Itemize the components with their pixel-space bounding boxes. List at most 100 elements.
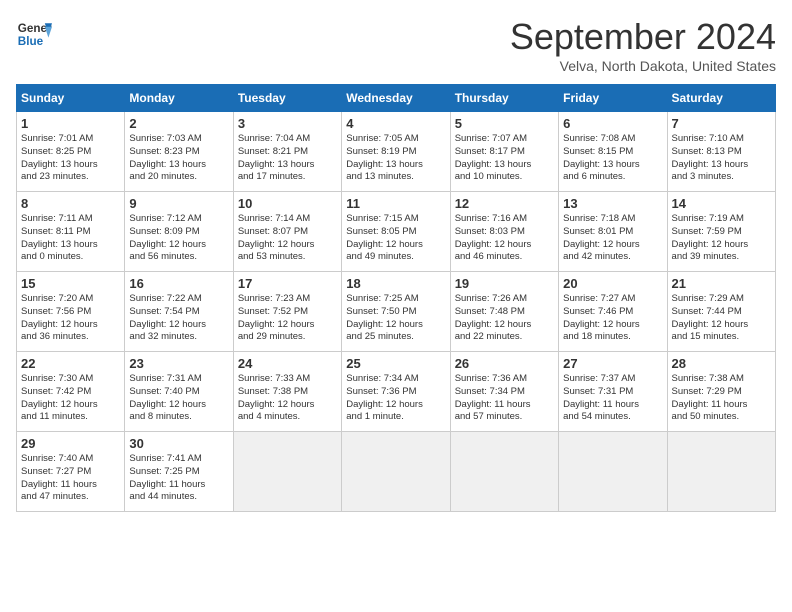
calendar-cell: [342, 432, 450, 512]
page-header: General Blue September 2024 Velva, North…: [16, 16, 776, 74]
calendar-week-row: 8 Sunrise: 7:11 AM Sunset: 8:11 PM Daylig…: [17, 192, 776, 272]
cell-content: Sunrise: 7:12 AM Sunset: 8:09 PM Dayligh…: [129, 213, 228, 264]
calendar-cell: 23 Sunrise: 7:31 AM Sunset: 7:40 PM Dayli…: [125, 352, 233, 432]
calendar-cell: 28 Sunrise: 7:38 AM Sunset: 7:29 PM Dayli…: [667, 352, 775, 432]
cell-content: Sunrise: 7:08 AM Sunset: 8:15 PM Dayligh…: [563, 133, 662, 184]
calendar-cell: 10 Sunrise: 7:14 AM Sunset: 8:07 PM Dayli…: [233, 192, 341, 272]
cell-content: Sunrise: 7:15 AM Sunset: 8:05 PM Dayligh…: [346, 213, 445, 264]
cell-content: Sunrise: 7:04 AM Sunset: 8:21 PM Dayligh…: [238, 133, 337, 184]
header-friday: Friday: [559, 85, 667, 112]
day-number: 7: [672, 116, 771, 131]
cell-content: Sunrise: 7:25 AM Sunset: 7:50 PM Dayligh…: [346, 293, 445, 344]
cell-content: Sunrise: 7:20 AM Sunset: 7:56 PM Dayligh…: [21, 293, 120, 344]
calendar-cell: 18Sunrise: 7:25 AM Sunset: 7:50 PM Dayli…: [342, 272, 450, 352]
day-number: 1: [21, 116, 120, 131]
cell-content: Sunrise: 7:27 AM Sunset: 7:46 PM Dayligh…: [563, 293, 662, 344]
day-number: 29: [21, 436, 120, 451]
day-number: 25: [346, 356, 445, 371]
calendar-cell: 4 Sunrise: 7:05 AM Sunset: 8:19 PM Daylig…: [342, 112, 450, 192]
day-number: 9: [129, 196, 228, 211]
cell-content: Sunrise: 7:18 AM Sunset: 8:01 PM Dayligh…: [563, 213, 662, 264]
calendar-cell: 6 Sunrise: 7:08 AM Sunset: 8:15 PM Daylig…: [559, 112, 667, 192]
location: Velva, North Dakota, United States: [510, 58, 776, 74]
calendar-cell: 5 Sunrise: 7:07 AM Sunset: 8:17 PM Daylig…: [450, 112, 558, 192]
header-tuesday: Tuesday: [233, 85, 341, 112]
cell-content: Sunrise: 7:16 AM Sunset: 8:03 PM Dayligh…: [455, 213, 554, 264]
calendar-cell: 20 Sunrise: 7:27 AM Sunset: 7:46 PM Dayli…: [559, 272, 667, 352]
cell-content: Sunrise: 7:01 AM Sunset: 8:25 PM Dayligh…: [21, 133, 120, 184]
calendar-cell: 29 Sunrise: 7:40 AM Sunset: 7:27 PM Dayli…: [17, 432, 125, 512]
calendar-cell: 14 Sunrise: 7:19 AM Sunset: 7:59 PM Dayli…: [667, 192, 775, 272]
logo-icon: General Blue: [16, 16, 52, 52]
calendar-cell: 19Sunrise: 7:26 AM Sunset: 7:48 PM Dayli…: [450, 272, 558, 352]
calendar-cell: 7 Sunrise: 7:10 AM Sunset: 8:13 PM Daylig…: [667, 112, 775, 192]
calendar-cell: 16 Sunrise: 7:22 AM Sunset: 7:54 PM Dayli…: [125, 272, 233, 352]
day-number: 2: [129, 116, 228, 131]
calendar-cell: 12Sunrise: 7:16 AM Sunset: 8:03 PM Dayli…: [450, 192, 558, 272]
calendar-cell: [559, 432, 667, 512]
day-number: 6: [563, 116, 662, 131]
calendar-cell: 2 Sunrise: 7:03 AM Sunset: 8:23 PM Daylig…: [125, 112, 233, 192]
calendar-week-row: 22 Sunrise: 7:30 AM Sunset: 7:42 PM Dayli…: [17, 352, 776, 432]
cell-content: Sunrise: 7:05 AM Sunset: 8:19 PM Dayligh…: [346, 133, 445, 184]
calendar-cell: 11 Sunrise: 7:15 AM Sunset: 8:05 PM Dayli…: [342, 192, 450, 272]
svg-text:Blue: Blue: [18, 35, 44, 48]
logo: General Blue: [16, 16, 52, 52]
cell-content: Sunrise: 7:07 AM Sunset: 8:17 PM Dayligh…: [455, 133, 554, 184]
cell-content: Sunrise: 7:37 AM Sunset: 7:31 PM Dayligh…: [563, 373, 662, 424]
cell-content: Sunrise: 7:41 AM Sunset: 7:25 PM Dayligh…: [129, 453, 228, 504]
month-title: September 2024: [510, 16, 776, 58]
cell-content: Sunrise: 7:22 AM Sunset: 7:54 PM Dayligh…: [129, 293, 228, 344]
day-number: 11: [346, 196, 445, 211]
day-number: 24: [238, 356, 337, 371]
cell-content: Sunrise: 7:31 AM Sunset: 7:40 PM Dayligh…: [129, 373, 228, 424]
day-number: 15: [21, 276, 120, 291]
day-number: 16: [129, 276, 228, 291]
calendar-cell: 15 Sunrise: 7:20 AM Sunset: 7:56 PM Dayli…: [17, 272, 125, 352]
day-number: 14: [672, 196, 771, 211]
day-number: 23: [129, 356, 228, 371]
day-number: 13: [563, 196, 662, 211]
day-number: 28: [672, 356, 771, 371]
calendar-week-row: 1 Sunrise: 7:01 AM Sunset: 8:25 PM Daylig…: [17, 112, 776, 192]
calendar-cell: 17 Sunrise: 7:23 AM Sunset: 7:52 PM Dayli…: [233, 272, 341, 352]
cell-content: Sunrise: 7:03 AM Sunset: 8:23 PM Dayligh…: [129, 133, 228, 184]
calendar-cell: 3 Sunrise: 7:04 AM Sunset: 8:21 PM Daylig…: [233, 112, 341, 192]
calendar-cell: [667, 432, 775, 512]
day-number: 22: [21, 356, 120, 371]
cell-content: Sunrise: 7:38 AM Sunset: 7:29 PM Dayligh…: [672, 373, 771, 424]
cell-content: Sunrise: 7:19 AM Sunset: 7:59 PM Dayligh…: [672, 213, 771, 264]
calendar-cell: 27Sunrise: 7:37 AM Sunset: 7:31 PM Dayli…: [559, 352, 667, 432]
day-number: 21: [672, 276, 771, 291]
header-wednesday: Wednesday: [342, 85, 450, 112]
calendar-cell: 22 Sunrise: 7:30 AM Sunset: 7:42 PM Dayli…: [17, 352, 125, 432]
cell-content: Sunrise: 7:10 AM Sunset: 8:13 PM Dayligh…: [672, 133, 771, 184]
day-number: 5: [455, 116, 554, 131]
calendar-cell: 8 Sunrise: 7:11 AM Sunset: 8:11 PM Daylig…: [17, 192, 125, 272]
cell-content: Sunrise: 7:14 AM Sunset: 8:07 PM Dayligh…: [238, 213, 337, 264]
cell-content: Sunrise: 7:34 AM Sunset: 7:36 PM Dayligh…: [346, 373, 445, 424]
day-number: 17: [238, 276, 337, 291]
day-number: 20: [563, 276, 662, 291]
cell-content: Sunrise: 7:30 AM Sunset: 7:42 PM Dayligh…: [21, 373, 120, 424]
day-number: 19: [455, 276, 554, 291]
header-monday: Monday: [125, 85, 233, 112]
day-number: 8: [21, 196, 120, 211]
cell-content: Sunrise: 7:36 AM Sunset: 7:34 PM Dayligh…: [455, 373, 554, 424]
cell-content: Sunrise: 7:33 AM Sunset: 7:38 PM Dayligh…: [238, 373, 337, 424]
calendar-cell: [233, 432, 341, 512]
calendar-week-row: 29 Sunrise: 7:40 AM Sunset: 7:27 PM Dayli…: [17, 432, 776, 512]
day-number: 4: [346, 116, 445, 131]
calendar-cell: 13 Sunrise: 7:18 AM Sunset: 8:01 PM Dayli…: [559, 192, 667, 272]
day-number: 10: [238, 196, 337, 211]
cell-content: Sunrise: 7:11 AM Sunset: 8:11 PM Dayligh…: [21, 213, 120, 264]
calendar-cell: 25 Sunrise: 7:34 AM Sunset: 7:36 PM Dayli…: [342, 352, 450, 432]
day-number: 3: [238, 116, 337, 131]
calendar-header-row: SundayMondayTuesdayWednesdayThursdayFrid…: [17, 85, 776, 112]
calendar-week-row: 15 Sunrise: 7:20 AM Sunset: 7:56 PM Dayli…: [17, 272, 776, 352]
cell-content: Sunrise: 7:23 AM Sunset: 7:52 PM Dayligh…: [238, 293, 337, 344]
header-sunday: Sunday: [17, 85, 125, 112]
calendar-cell: 9 Sunrise: 7:12 AM Sunset: 8:09 PM Daylig…: [125, 192, 233, 272]
cell-content: Sunrise: 7:40 AM Sunset: 7:27 PM Dayligh…: [21, 453, 120, 504]
calendar-cell: 30Sunrise: 7:41 AM Sunset: 7:25 PM Dayli…: [125, 432, 233, 512]
